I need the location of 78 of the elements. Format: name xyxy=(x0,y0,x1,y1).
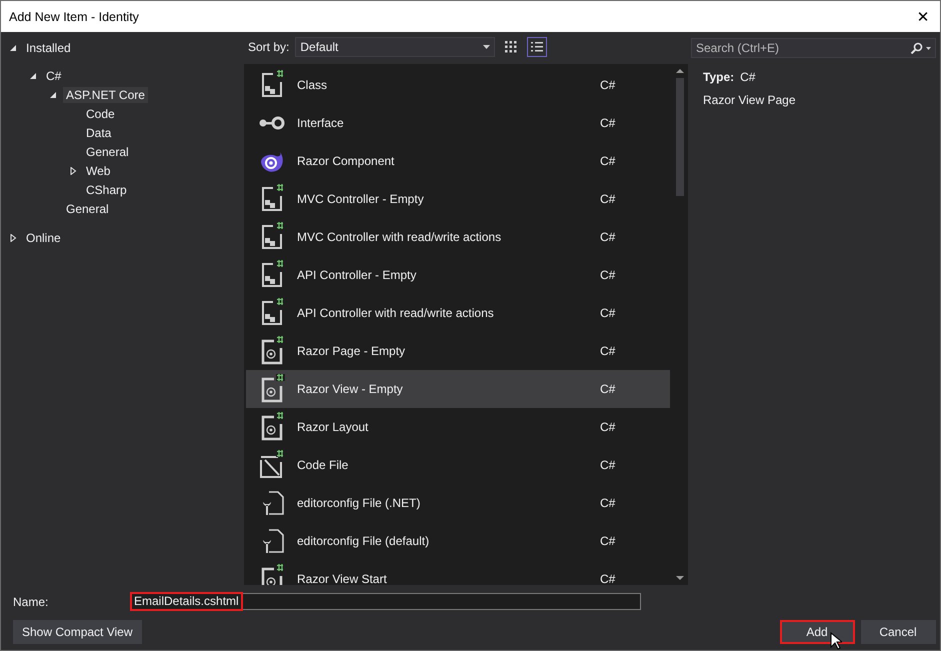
template-item[interactable]: MVC Controller with read/write actions C# xyxy=(246,218,670,256)
type-value: C# xyxy=(740,70,756,84)
search-field[interactable]: Search (Ctrl+E) xyxy=(691,38,936,58)
grid-view-icon xyxy=(505,41,518,53)
template-name: Class xyxy=(297,78,328,92)
tree-item[interactable]: C# xyxy=(43,68,64,84)
template-name: API Controller - Empty xyxy=(297,268,418,282)
template-name: editorconfig File (.NET) xyxy=(297,496,422,510)
close-button[interactable]: ✕ xyxy=(906,1,940,32)
template-language: C# xyxy=(600,572,616,585)
template-item[interactable]: editorconfig File (.NET) C# xyxy=(246,484,670,522)
template-language: C# xyxy=(600,496,616,510)
template-name: Razor View Start xyxy=(297,572,388,585)
compact-view-button[interactable]: Show Compact View xyxy=(13,620,142,644)
template-name: Razor Component xyxy=(297,154,396,168)
template-name: MVC Controller with read/write actions xyxy=(297,230,502,244)
template-item[interactable]: Razor Page - Empty C# xyxy=(246,332,670,370)
template-language: C# xyxy=(600,306,616,320)
collapsed-arrow-icon[interactable] xyxy=(9,234,17,242)
template-name: API Controller with read/write actions xyxy=(297,306,495,320)
template-name: Interface xyxy=(297,116,345,130)
template-language: C# xyxy=(600,382,616,396)
template-item[interactable]: Razor Component C# xyxy=(246,142,670,180)
template-language: C# xyxy=(600,268,616,282)
mouse-cursor-icon xyxy=(830,632,842,650)
template-item[interactable]: Code File C# xyxy=(246,446,670,484)
item-description: Razor View Page xyxy=(703,93,796,107)
collapsed-arrow-icon[interactable] xyxy=(69,166,77,174)
template-name: Razor View - Empty xyxy=(297,382,404,396)
template-language: C# xyxy=(600,458,616,472)
sort-label: Sort by: xyxy=(248,40,290,54)
template-item[interactable]: editorconfig File (default) C# xyxy=(246,522,670,560)
template-language: C# xyxy=(600,420,616,434)
template-language: C# xyxy=(600,154,616,168)
tree-item[interactable]: Code xyxy=(83,106,118,122)
template-language: C# xyxy=(600,534,616,548)
template-language: C# xyxy=(600,192,616,206)
template-language: C# xyxy=(600,230,616,244)
search-icon[interactable] xyxy=(910,42,932,54)
template-name: editorconfig File (default) xyxy=(297,534,430,548)
tree-item[interactable]: ASP.NET Core xyxy=(63,86,148,102)
tree-item[interactable]: Online xyxy=(23,230,64,246)
name-label: Name: xyxy=(13,594,50,608)
template-item[interactable]: Class C# xyxy=(246,66,670,104)
template-name: Razor Page - Empty xyxy=(297,344,406,358)
template-language: C# xyxy=(600,116,616,130)
list-view-button[interactable] xyxy=(527,37,548,57)
tree-item[interactable]: Data xyxy=(83,124,114,140)
tree-item[interactable]: Installed xyxy=(23,40,74,56)
template-language: C# xyxy=(600,344,616,358)
expanded-arrow-icon[interactable] xyxy=(49,90,57,98)
file-name-value: EmailDetails.cshtml xyxy=(130,592,243,611)
tree-item[interactable]: CSharp xyxy=(83,182,130,198)
type-label: Type: xyxy=(703,70,734,84)
template-item[interactable]: Razor View Start C# xyxy=(246,560,670,585)
template-item[interactable]: API Controller - Empty C# xyxy=(246,256,670,294)
add-button[interactable]: Add xyxy=(780,620,854,644)
tree-item[interactable]: General xyxy=(63,200,112,216)
template-name: MVC Controller - Empty xyxy=(297,192,425,206)
template-item[interactable]: Interface C# xyxy=(246,104,670,142)
template-item[interactable]: Razor View - Empty C# xyxy=(246,370,670,408)
expanded-arrow-icon[interactable] xyxy=(29,72,37,80)
template-language: C# xyxy=(600,78,616,92)
tree-item[interactable]: General xyxy=(83,144,132,160)
template-item[interactable]: MVC Controller - Empty C# xyxy=(246,180,670,218)
template-name: Code File xyxy=(297,458,350,472)
template-item[interactable]: Razor Layout C# xyxy=(246,408,670,446)
window-title: Add New Item - Identity xyxy=(9,10,139,24)
template-name: Razor Layout xyxy=(297,420,370,434)
expanded-arrow-icon[interactable] xyxy=(9,44,17,52)
scrollbar-thumb[interactable] xyxy=(676,78,684,196)
tree-item[interactable]: Web xyxy=(83,162,114,178)
dropdown-caret-icon xyxy=(483,45,490,49)
sort-dropdown[interactable]: Default xyxy=(295,37,496,57)
list-view-icon xyxy=(531,41,544,53)
name-field[interactable]: EmailDetails.cshtml xyxy=(131,593,641,610)
template-item[interactable]: API Controller with read/write actions C# xyxy=(246,294,670,332)
cancel-button[interactable]: Cancel xyxy=(860,620,936,644)
